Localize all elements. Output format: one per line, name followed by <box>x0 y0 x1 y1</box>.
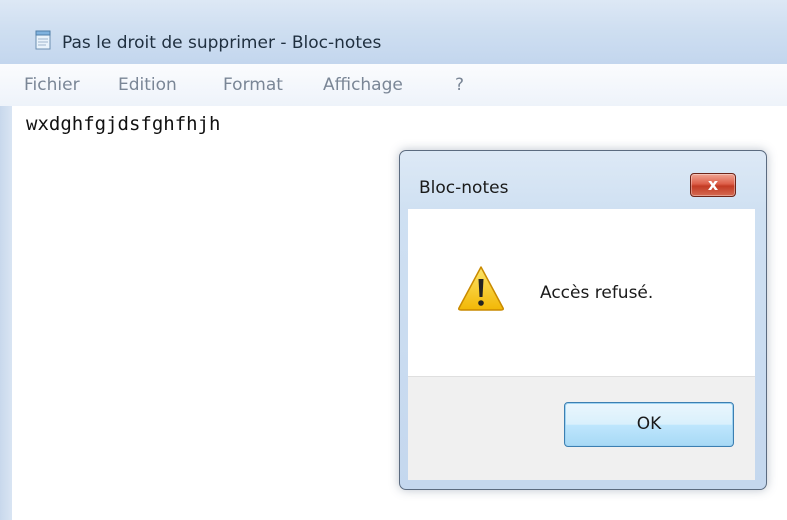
window-border <box>0 106 12 520</box>
menu-edition[interactable]: Edition <box>118 75 177 95</box>
editor-content[interactable]: wxdghfgjdsfghfhjh <box>26 113 220 135</box>
ok-button[interactable]: OK <box>564 402 734 447</box>
window-title: Pas le droit de supprimer - Bloc-notes <box>62 33 382 53</box>
warning-icon <box>458 266 504 311</box>
close-icon: x <box>707 175 719 194</box>
menu-fichier[interactable]: Fichier <box>24 75 80 95</box>
dialog-message: Accès refusé. <box>540 283 654 303</box>
dialog-title: Bloc-notes <box>419 178 509 198</box>
menu-affichage[interactable]: Affichage <box>323 75 403 95</box>
dialog-close-button[interactable]: x <box>690 173 736 197</box>
menu-help[interactable]: ? <box>455 75 464 95</box>
notepad-icon <box>35 30 51 50</box>
menu-format[interactable]: Format <box>223 75 283 95</box>
title-bar[interactable] <box>0 0 787 64</box>
